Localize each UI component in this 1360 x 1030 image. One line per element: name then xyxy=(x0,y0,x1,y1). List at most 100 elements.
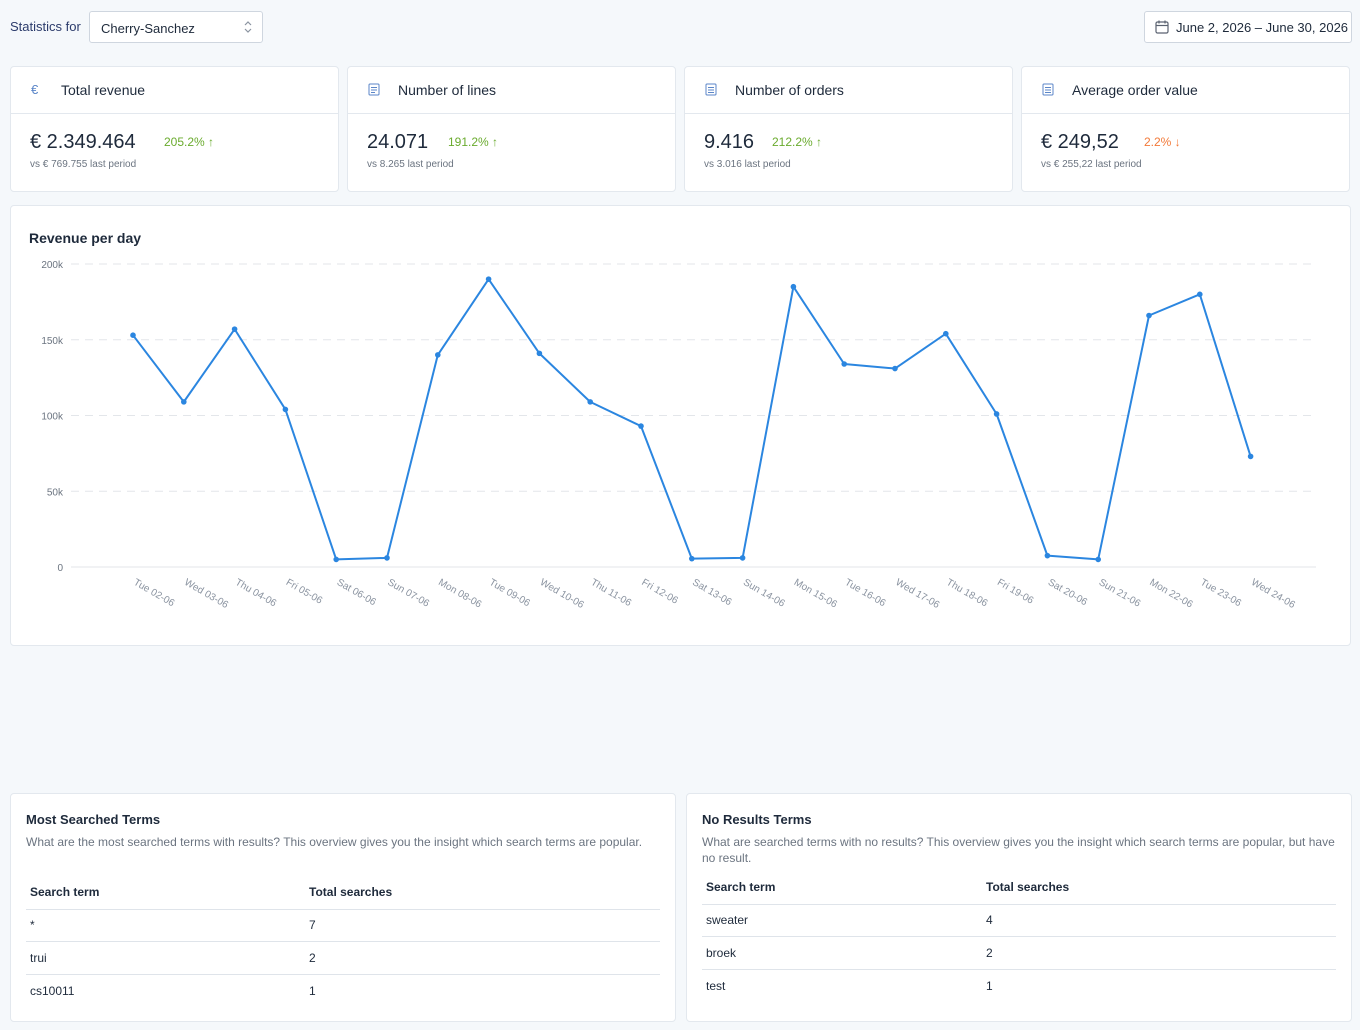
store-select-value: Cherry-Sanchez xyxy=(101,21,195,36)
x-tick-label: Thu 04-06 xyxy=(233,577,278,610)
data-point[interactable] xyxy=(1247,453,1254,460)
data-point[interactable] xyxy=(689,555,695,562)
data-point[interactable] xyxy=(943,330,949,337)
total-searches-cell: 4 xyxy=(982,904,1336,937)
data-point[interactable] xyxy=(181,399,187,405)
y-tick-label: 0 xyxy=(57,563,63,574)
list-icon xyxy=(368,83,380,96)
data-point[interactable] xyxy=(435,352,441,358)
data-point[interactable] xyxy=(1095,556,1101,563)
euro-icon: € xyxy=(31,82,39,97)
calendar-icon xyxy=(1155,20,1169,34)
kpi-card-number-of-orders: Number of orders 9.416 212.2% ↑ vs 3.016… xyxy=(684,66,1013,192)
receipt-icon xyxy=(705,83,717,96)
y-tick-label: 100k xyxy=(41,412,64,423)
x-tick-label: Mon 22-06 xyxy=(1148,577,1195,611)
revenue-chart-card: Revenue per day 0 50k 100k 150k 200k Tue 02-0… xyxy=(10,205,1351,646)
y-tick-label: 200k xyxy=(41,260,64,271)
kpi-previous: vs 3.016 last period xyxy=(704,159,791,170)
kpi-previous: vs € 255,22 last period xyxy=(1041,159,1142,170)
revenue-series-line xyxy=(132,278,1252,561)
search-term-cell: * xyxy=(26,909,305,942)
card-title: No Results Terms xyxy=(702,812,812,827)
total-searches-cell: 1 xyxy=(309,983,316,998)
y-tick-label: 50k xyxy=(47,487,64,498)
data-point[interactable] xyxy=(130,332,136,339)
kpi-title: Number of orders xyxy=(735,82,844,98)
no-results-table: Search term Total searches sweater 4 broe… xyxy=(702,871,1336,1002)
data-point[interactable] xyxy=(536,350,543,357)
x-tick-label: Sat 20-06 xyxy=(1046,577,1089,608)
kpi-previous: vs 8.265 last period xyxy=(367,159,454,170)
data-point[interactable] xyxy=(485,276,492,282)
x-tick-label: Fri 12-06 xyxy=(640,577,681,607)
statistics-for-label: Statistics for xyxy=(10,19,81,34)
data-point[interactable] xyxy=(892,365,898,372)
data-point[interactable] xyxy=(1146,312,1152,319)
search-term-cell: sweater xyxy=(702,904,982,937)
data-point[interactable] xyxy=(638,423,644,429)
data-point[interactable] xyxy=(231,326,238,332)
kpi-title: Total revenue xyxy=(61,82,146,98)
date-range-value: June 2, 2026 – June 30, 2026 xyxy=(1176,20,1349,35)
x-tick-label: Wed 17-06 xyxy=(894,577,942,611)
x-tick-label: Tue 02-06 xyxy=(132,577,177,609)
toolbar: Statistics for Cherry-Sanchez June 2, 20… xyxy=(10,11,1352,43)
x-tick-label: Mon 15-06 xyxy=(792,577,839,611)
kpi-card-average-order-value: Average order value € 249,52 2.2% ↓ vs €… xyxy=(1021,66,1350,192)
chevron-up-down-icon xyxy=(244,21,252,33)
column-header: Search term xyxy=(702,871,982,905)
x-tick-label: Wed 03-06 xyxy=(182,577,230,611)
table-row: broek 2 xyxy=(702,936,1336,970)
data-point[interactable] xyxy=(333,556,340,563)
x-tick-label: Wed 10-06 xyxy=(538,577,586,611)
data-point[interactable] xyxy=(1044,552,1051,559)
kpi-change: 191.2% ↑ xyxy=(448,135,499,149)
data-point[interactable] xyxy=(384,555,390,561)
kpi-card-number-of-lines: Number of lines 24.071 191.2% ↑ vs 8.265… xyxy=(347,66,676,192)
date-range-button[interactable]: June 2, 2026 – June 30, 2026 xyxy=(1144,11,1352,43)
kpi-title: Average order value xyxy=(1072,82,1198,98)
x-tick-label: Sat 06-06 xyxy=(335,577,378,608)
total-searches-cell: 2 xyxy=(982,936,1336,970)
most-searched-table: Search term Total searches * 7 trui 2 cs10… xyxy=(26,876,660,1007)
kpi-change: 2.2% ↓ xyxy=(1144,135,1181,149)
kpi-change: 212.2% ↑ xyxy=(772,135,823,149)
table-row: cs10011 1 xyxy=(26,974,660,1007)
x-tick-label: Sun 14-06 xyxy=(741,577,787,610)
x-tick-label: Fri 19-06 xyxy=(995,577,1036,607)
kpi-value: 9.416 xyxy=(704,131,755,153)
x-tick-label: Sat 13-06 xyxy=(690,577,733,608)
column-header: Total searches xyxy=(305,876,660,910)
x-tick-label: Tue 16-06 xyxy=(843,577,888,609)
x-tick-label: Thu 11-06 xyxy=(589,577,634,609)
data-point[interactable] xyxy=(739,555,746,561)
search-term-cell: broek xyxy=(702,936,982,970)
x-tick-label: Wed 24-06 xyxy=(1249,577,1297,611)
total-searches-cell: 7 xyxy=(305,909,660,942)
x-tick-label: Tue 23-06 xyxy=(1198,577,1243,609)
store-select[interactable]: Cherry-Sanchez xyxy=(89,11,263,43)
x-tick-label: Sun 21-06 xyxy=(1097,577,1143,610)
data-point[interactable] xyxy=(993,411,1000,417)
revenue-line-chart: 0 50k 100k 150k 200k Tue 02-06 Wed 03-06 Thu 04… xyxy=(41,260,1316,611)
no-results-terms-card: No Results Terms What are searched terms… xyxy=(686,793,1352,1022)
total-searches-cell: 2 xyxy=(305,941,660,975)
x-tick-label: Tue 09-06 xyxy=(487,577,532,609)
table-row: sweater 4 xyxy=(702,904,1336,937)
data-point[interactable] xyxy=(841,361,847,367)
x-tick-label: Fri 05-06 xyxy=(284,577,325,607)
data-point[interactable] xyxy=(282,406,289,413)
kpi-value: € 2.349.464 xyxy=(30,131,136,153)
column-header: Search term xyxy=(26,876,305,910)
search-term-cell: test xyxy=(706,978,726,993)
data-point[interactable] xyxy=(587,399,593,405)
x-tick-label: Thu 18-06 xyxy=(944,577,989,610)
most-searched-terms-card: Most Searched Terms What are the most se… xyxy=(10,793,676,1022)
data-point[interactable] xyxy=(1197,291,1203,298)
x-tick-label: Sun 07-06 xyxy=(386,577,432,610)
search-term-cell: cs10011 xyxy=(30,983,75,998)
kpi-title: Number of lines xyxy=(398,82,497,98)
table-row: * 7 xyxy=(26,909,660,942)
data-point[interactable] xyxy=(790,283,797,290)
